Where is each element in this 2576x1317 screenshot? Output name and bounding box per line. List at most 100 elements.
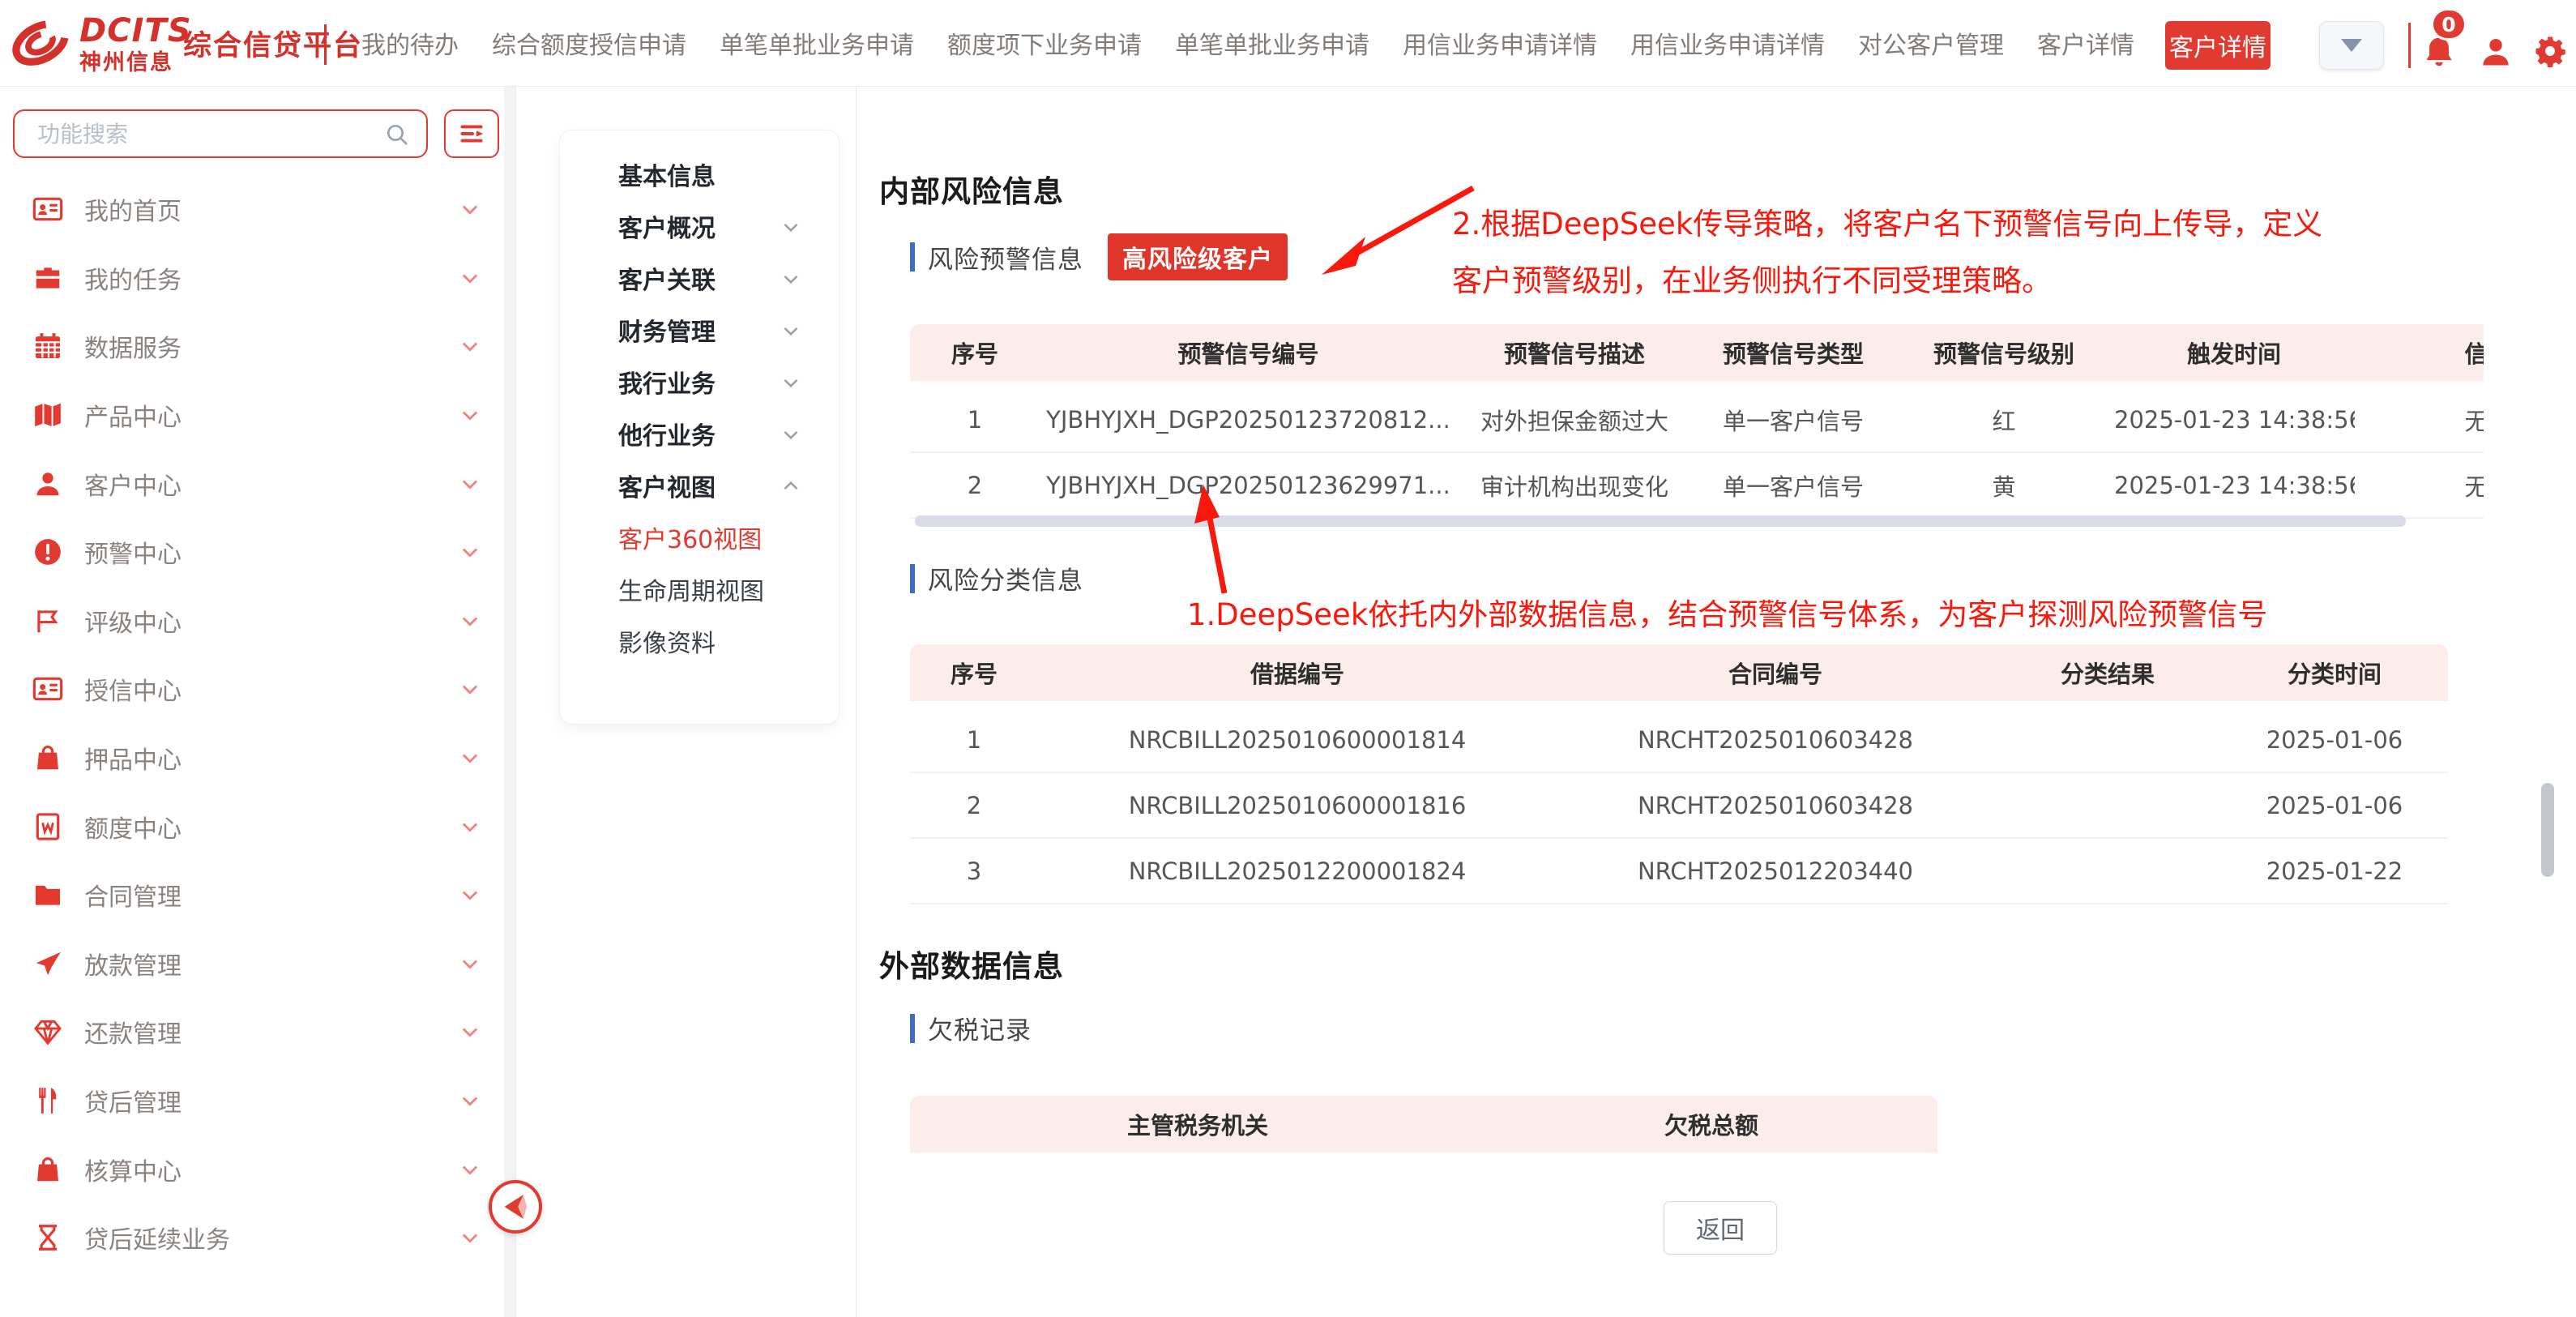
table-header-cell: 预警信号类型 <box>1692 324 1895 387</box>
sidebar-item-label: 额度中心 <box>84 809 182 845</box>
sidebar-item-label: 贷后延续业务 <box>84 1220 230 1255</box>
nav-tab-4[interactable]: 额度项下业务申请 <box>947 25 1142 61</box>
submenu-item[interactable]: 财务管理 <box>560 304 839 356</box>
table-cell: 2025-01-06 <box>2221 773 2448 839</box>
sidebar-item-label: 我的首页 <box>84 191 182 227</box>
submenu-item[interactable]: 客户视图 <box>560 460 839 511</box>
chevron-down-icon <box>780 423 801 444</box>
submenu-item[interactable]: 他行业务 <box>560 408 839 460</box>
sidebar-item-label: 放款管理 <box>84 946 182 981</box>
table-cell: 红 <box>1895 387 2113 453</box>
user-profile-icon[interactable] <box>2478 34 2514 70</box>
chevron-down-icon <box>459 1226 481 1249</box>
submenu-item[interactable]: 基本信息 <box>560 148 839 200</box>
tab-customer-detail-active[interactable]: 客户详情 <box>2165 21 2271 70</box>
submenu-subitem[interactable]: 影像资料 <box>560 615 839 667</box>
sidebar-item-label: 授信中心 <box>84 671 182 707</box>
sidebar-menu: 我的首页我的任务数据服务产品中心客户中心预警中心评级中心授信中心押品中心额度中心… <box>0 175 504 1272</box>
sidebar-item[interactable]: 数据服务 <box>0 312 504 381</box>
sidebar-item[interactable]: 核算中心 <box>0 1135 504 1204</box>
docw-icon <box>32 811 63 842</box>
table-header-cell: 序号 <box>910 644 1038 708</box>
settings-gear-icon[interactable] <box>2533 34 2567 68</box>
annotation-2-line2: 客户预警级别，在业务侧执行不同受理策略。 <box>1452 253 2322 310</box>
table-cell: NRCHT2025010603428 <box>1557 773 1994 839</box>
nav-tab-3[interactable]: 单笔单批业务申请 <box>720 25 914 61</box>
function-search-input[interactable] <box>13 109 428 158</box>
nav-divider <box>2408 23 2411 68</box>
customer-detail-submenu: 基本信息客户概况客户关联财务管理我行业务他行业务客户视图客户360视图生命周期视… <box>559 130 839 725</box>
sidebar-item[interactable]: 押品中心 <box>0 724 504 793</box>
sidebar-item[interactable]: 合同管理 <box>0 861 504 930</box>
table-header-cell: 预警信号级别 <box>1895 324 2113 387</box>
sidebar-item[interactable]: 客户中心 <box>0 449 504 518</box>
chevron-down-icon <box>459 883 481 906</box>
sidebar-item-label: 评级中心 <box>84 603 182 639</box>
chevron-down-icon <box>459 541 481 563</box>
sidebar-item[interactable]: 额度中心 <box>0 792 504 861</box>
submenu-item[interactable]: 我行业务 <box>560 356 839 408</box>
table-cell <box>1994 773 2221 839</box>
chevron-down-icon <box>459 198 481 220</box>
sidebar-item-label: 核算中心 <box>84 1152 182 1187</box>
sidebar-item[interactable]: 产品中心 <box>0 381 504 450</box>
folder-icon <box>32 879 63 910</box>
annotation-1: 1.DeepSeek依托内外部数据信息，结合预警信号体系，为客户探测风险预警信号 <box>1187 587 2267 644</box>
nav-tab-1[interactable]: 我的待办 <box>361 25 459 61</box>
table-header-row: 主管税务机关欠税总额 <box>910 1096 1937 1159</box>
sidebar-item-label: 数据服务 <box>84 328 182 364</box>
submenu-item-label: 客户视图 <box>618 468 716 503</box>
chevron-down-icon <box>459 609 481 632</box>
nav-tab-6[interactable]: 用信业务申请详情 <box>1403 25 1597 61</box>
submenu-subitem[interactable]: 生命周期视图 <box>560 563 839 615</box>
back-button[interactable]: 返回 <box>1664 1201 1777 1255</box>
main-content: 内部风险信息 风险预警信息 高风险级客户 2.根据DeepSeek传导策略，将客… <box>857 86 2576 1317</box>
table-cell: 1 <box>910 708 1038 773</box>
sidebar-collapse-button[interactable] <box>489 1180 542 1234</box>
sidebar-item[interactable]: 我的任务 <box>0 244 504 313</box>
sidebar-item-label: 客户中心 <box>84 466 182 502</box>
nav-tab-9[interactable]: 客户详情 <box>2037 25 2134 61</box>
submenu-item-label: 我行业务 <box>618 364 716 400</box>
table-horizontal-scrollbar[interactable] <box>915 515 2406 527</box>
submenu-item[interactable]: 客户概况 <box>560 200 839 252</box>
table-cell: NRCBILL2025012200001824 <box>1038 839 1557 904</box>
nav-tab-5[interactable]: 单笔单批业务申请 <box>1175 25 1369 61</box>
sidebar-scrollbar[interactable] <box>504 86 515 1317</box>
sidebar-item[interactable]: 评级中心 <box>0 587 504 656</box>
table-header-cell: 信 <box>2355 324 2484 387</box>
tax-record-label: 欠税记录 <box>928 1010 1032 1046</box>
nav-overflow-dropdown[interactable] <box>2319 21 2384 70</box>
table-header-row: 序号借据编号合同编号分类结果分类时间 <box>910 644 2448 708</box>
table-header-cell: 合同编号 <box>1557 644 1994 708</box>
dcits-logo-icon <box>8 11 73 75</box>
sidebar-item[interactable]: 贷后延续业务 <box>0 1204 504 1272</box>
chevron-down-icon <box>780 267 801 289</box>
nav-tab-2[interactable]: 综合额度授信申请 <box>492 25 686 61</box>
submenu-item-label: 客户概况 <box>618 208 716 244</box>
nav-tab-8[interactable]: 对公客户管理 <box>1858 25 2004 61</box>
chevron-down-icon <box>459 815 481 838</box>
sidebar-item-label: 产品中心 <box>84 397 182 433</box>
top-navbar: DCITS 神州信息 综合信贷平台 我的待办综合额度授信申请单笔单批业务申请额度… <box>0 0 2576 87</box>
page-vertical-scrollbar[interactable] <box>2541 783 2554 877</box>
sidebar-item-label: 我的任务 <box>84 260 182 296</box>
sidebar-item[interactable]: 预警中心 <box>0 518 504 587</box>
hourglass-icon <box>32 1222 63 1253</box>
table-cell: 2 <box>910 453 1040 519</box>
submenu-item[interactable]: 客户关联 <box>560 252 839 304</box>
nav-tab-7[interactable]: 用信业务申请详情 <box>1630 25 1825 61</box>
sidebar-item[interactable]: 还款管理 <box>0 998 504 1067</box>
submenu-subitem[interactable]: 客户360视图 <box>560 511 839 563</box>
annotation-2: 2.根据DeepSeek传导策略，将客户名下预警信号向上传导，定义 客户预警级别… <box>1452 196 2322 310</box>
sidebar-item[interactable]: 授信中心 <box>0 655 504 724</box>
annotation-arrow-to-row <box>1181 480 1239 597</box>
sidebar-item[interactable]: 放款管理 <box>0 930 504 998</box>
tax-table-wrap: 主管税务机关欠税总额 <box>910 1096 1937 1159</box>
sidebar-item[interactable]: 我的首页 <box>0 175 504 244</box>
table-cell: 审计机构出现变化 <box>1457 453 1692 519</box>
table-cell: 对外担保金额过大 <box>1457 387 1692 453</box>
menu-list-button[interactable] <box>444 109 499 158</box>
table-cell: 黄 <box>1895 453 2113 519</box>
sidebar-item[interactable]: 贷后管理 <box>0 1067 504 1135</box>
